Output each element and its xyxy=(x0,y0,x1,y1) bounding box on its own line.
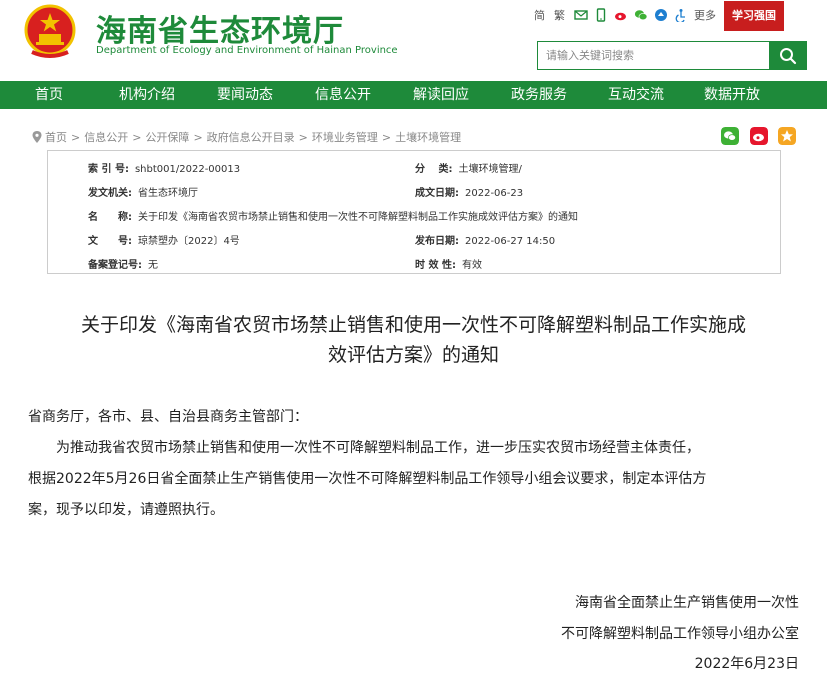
main-nav: 首页 机构介绍 要闻动态 信息公开 解读回应 政务服务 互动交流 数据开放 xyxy=(0,81,827,109)
weibo-icon[interactable] xyxy=(614,8,628,22)
article-paragraph-line-1: 为推动我省农贸市场禁止销售和使用一次性不可降解塑料制品工作，进一步压实农贸市场经… xyxy=(28,440,700,456)
breadcrumb-home[interactable]: 首页 xyxy=(45,129,67,145)
info-docno-row: 文 号: 琼禁塑办〔2022〕4号 xyxy=(88,232,240,247)
info-validity-key: 时 效 性: xyxy=(415,260,456,271)
wechat-icon[interactable] xyxy=(634,8,648,22)
search-box xyxy=(537,41,807,70)
breadcrumb-info-disclosure[interactable]: 信息公开 xyxy=(84,129,128,145)
info-validity-value: 有效 xyxy=(461,260,482,271)
info-record-value: 无 xyxy=(148,260,158,271)
article-title-line-1: 关于印发《海南省农贸市场禁止销售和使用一次性不可降解塑料制品工作实施成 xyxy=(80,314,746,336)
breadcrumb-soil-env[interactable]: 土壤环境管理 xyxy=(395,129,461,145)
mobile-icon[interactable] xyxy=(594,8,608,22)
info-published-value: 2022-06-27 14:50 xyxy=(465,236,556,247)
search-input[interactable] xyxy=(538,42,770,69)
info-created-row: 成文日期: 2022-06-23 xyxy=(415,184,523,199)
info-name-value: 关于印发《海南省农贸市场禁止销售和使用一次性不可降解塑料制品工作实施成效评估方案… xyxy=(138,212,578,223)
info-created-key: 成文日期: xyxy=(415,188,459,199)
info-record-row: 备案登记号: 无 xyxy=(88,256,158,271)
simplified-chinese-link[interactable]: 简 xyxy=(534,7,545,23)
info-docno-value: 琼禁塑办〔2022〕4号 xyxy=(138,236,240,247)
info-name-row: 名 称: 关于印发《海南省农贸市场禁止销售和使用一次性不可降解塑料制品工作实施成效… xyxy=(88,208,578,223)
top-links: 简 繁 更多 xyxy=(534,6,725,24)
nav-services[interactable]: 政务服务 xyxy=(490,81,588,109)
article-salutation: 省商务厅，各市、县、自治县商务主管部门： xyxy=(28,409,308,425)
favorite-star-icon[interactable] xyxy=(778,127,796,145)
nav-interpretation[interactable]: 解读回应 xyxy=(392,81,490,109)
document-info-table: 索 引 号: shbt001/2022-00013 分 类: 土壤环境管理/ 发文机… xyxy=(47,150,781,274)
info-issuer-row: 发文机关: 省生态环境厅 xyxy=(88,184,198,199)
wechat-share-icon[interactable] xyxy=(721,127,739,145)
info-category-key: 分 类: xyxy=(415,164,453,175)
info-issuer-value: 省生态环境厅 xyxy=(138,188,198,199)
info-created-value: 2022-06-23 xyxy=(465,188,524,199)
breadcrumb-catalog[interactable]: 政府信息公开目录 xyxy=(207,129,295,145)
article-paragraph-line-2: 根据2022年5月26日省全面禁止生产销售使用一次性不可降解塑料制品工作领导小组… xyxy=(28,471,707,487)
envelope-icon[interactable] xyxy=(574,8,588,22)
breadcrumb-env-business[interactable]: 环境业务管理 xyxy=(312,129,378,145)
info-index-key: 索 引 号: xyxy=(88,164,129,175)
info-category-value: 土壤环境管理/ xyxy=(458,164,522,175)
location-pin-icon xyxy=(32,131,42,143)
breadcrumb: 首页 > 信息公开 > 公开保障 > 政府信息公开目录 > 环境业务管理 > 土壤环境管理 xyxy=(32,129,461,145)
site-title[interactable]: 海南省生态环境厅 xyxy=(96,6,344,50)
info-index-row: 索 引 号: shbt001/2022-00013 xyxy=(88,160,240,175)
info-index-value: shbt001/2022-00013 xyxy=(134,164,241,175)
signature-date: 2022年6月23日 xyxy=(694,656,799,672)
article-title-line-2: 效评估方案》的通知 xyxy=(327,344,499,366)
traditional-chinese-link[interactable]: 繁 xyxy=(554,7,565,23)
more-link[interactable]: 更多 xyxy=(694,7,716,23)
nav-open-data[interactable]: 数据开放 xyxy=(684,81,780,109)
app-icon[interactable] xyxy=(654,8,668,22)
info-category-row: 分 类: 土壤环境管理/ xyxy=(415,160,522,175)
site-header: 海南省生态环境厅 Department of Ecology and Envir… xyxy=(0,0,827,81)
info-published-row: 发布日期: 2022-06-27 14:50 xyxy=(415,232,555,247)
signature-line-2: 不可降解塑料制品工作领导小组办公室 xyxy=(561,626,799,642)
xuexi-qiangguo-badge[interactable]: 学习强国 xyxy=(724,1,784,31)
search-button[interactable] xyxy=(769,42,806,69)
signature-line-1: 海南省全面禁止生产销售使用一次性 xyxy=(575,595,799,611)
info-name-key: 名 称: xyxy=(88,212,132,223)
nav-home[interactable]: 首页 xyxy=(0,81,98,109)
nav-news[interactable]: 要闻动态 xyxy=(196,81,294,109)
nav-interaction[interactable]: 互动交流 xyxy=(588,81,684,109)
breadcrumb-disclosure-guarantee[interactable]: 公开保障 xyxy=(145,129,189,145)
weibo-share-icon[interactable] xyxy=(750,127,768,145)
info-issuer-key: 发文机关: xyxy=(88,188,132,199)
search-icon xyxy=(779,47,796,64)
nav-info-disclosure[interactable]: 信息公开 xyxy=(294,81,392,109)
info-validity-row: 时 效 性: 有效 xyxy=(415,256,482,271)
site-subtitle: Department of Ecology and Environment of… xyxy=(96,45,398,56)
national-emblem-icon[interactable] xyxy=(22,4,78,60)
nav-about[interactable]: 机构介绍 xyxy=(98,81,196,109)
info-published-key: 发布日期: xyxy=(415,236,459,247)
info-docno-key: 文 号: xyxy=(88,236,132,247)
article-title: 关于印发《海南省农贸市场禁止销售和使用一次性不可降解塑料制品工作实施成 效评估方… xyxy=(0,310,827,370)
article-paragraph-line-3: 案，现予以印发，请遵照执行。 xyxy=(28,502,224,518)
info-record-key: 备案登记号: xyxy=(88,260,142,271)
accessibility-icon[interactable] xyxy=(674,8,688,22)
